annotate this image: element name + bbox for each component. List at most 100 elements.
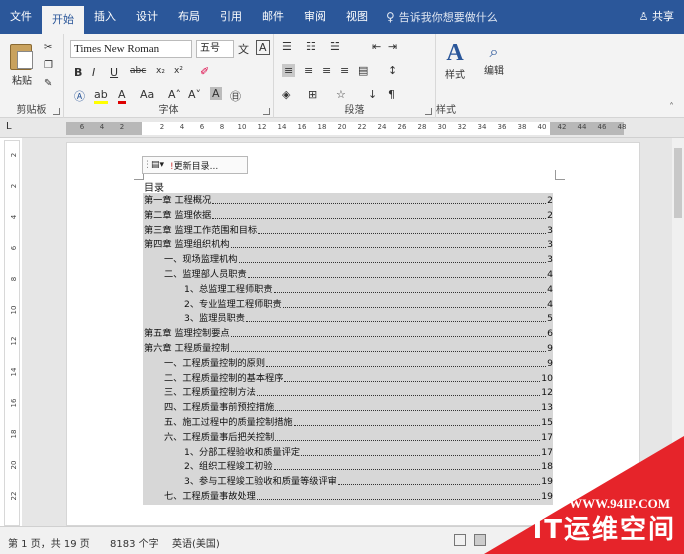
toc-entry[interactable]: 3、监理员职责 5 [184,311,553,325]
toc-page-number: 6 [547,328,553,340]
numbering-icon[interactable]: ☷ [306,40,316,53]
tab-review[interactable]: 审阅 [294,0,336,34]
toc-entry[interactable]: 1、总监理工程师职责 4 [184,282,553,296]
italic-icon[interactable]: I [92,66,95,79]
underline-icon[interactable]: U [110,66,118,79]
toc-entry[interactable]: 2、专业监理工程师职责 4 [184,297,553,311]
toc-entry[interactable]: 第六章 工程质量控制 9 [144,341,553,355]
ruler-tick: 20 [337,123,347,131]
grip-icon[interactable]: ⋮ [143,160,152,170]
clipboard-launcher[interactable] [53,108,60,115]
font-name-select[interactable]: Times New Roman [70,40,192,58]
collapse-ribbon-icon[interactable]: ˄ [669,102,674,113]
bold-icon[interactable]: B [74,66,82,79]
format-painter-icon[interactable]: ✎ [44,78,52,89]
cut-icon[interactable]: ✂ [44,42,52,53]
line-spacing-icon[interactable]: ↕ [388,64,397,77]
scrollbar-thumb[interactable] [674,148,682,218]
ruler-tick: 22 [357,123,367,131]
grow-font-icon[interactable]: A˄ [168,88,181,101]
tab-references[interactable]: 引用 [210,0,252,34]
font-size-select[interactable]: 五号 [196,40,234,58]
editing-button[interactable]: ⌕ 编辑 [476,42,512,77]
sort-icon[interactable]: ↓ [368,88,377,101]
align-right-icon[interactable]: ≡ [322,64,331,77]
shrink-font-icon[interactable]: A˅ [188,88,201,101]
clear-format-icon[interactable]: ✐ [200,65,209,78]
toc-entry[interactable]: 第三章 监理工作范围和目标 3 [144,223,553,237]
paste-icon[interactable] [10,44,33,70]
update-toc-button[interactable]: !更新目录... [170,159,218,172]
tab-file[interactable]: 文件 [0,0,42,34]
person-icon: ♙ [638,10,649,23]
tab-selector-icon[interactable]: L [6,121,12,132]
ruler-tick: 16 [297,123,307,131]
horizontal-ruler[interactable]: L 6 4 2 2 4 6 8 10 12 14 16 18 20 22 24 26 28 30 32 34 36 38 4… [0,118,684,138]
tab-view[interactable]: 视图 [336,0,378,34]
phonetic-guide-icon[interactable]: 文 [238,41,249,57]
borders-icon[interactable]: ⊞ [308,88,317,101]
word-count[interactable]: 8183 个字 [110,535,159,550]
page-count[interactable]: 第 1 页，共 19 页 [8,535,90,550]
paste-label[interactable]: 粘贴 [12,72,32,87]
shading-icon[interactable]: ◈ [282,88,290,101]
strikethrough-icon[interactable]: abc [130,66,146,76]
asian-layout-icon[interactable]: ☆ [336,88,346,101]
decrease-indent-icon[interactable]: ⇤ [372,40,381,53]
font-launcher[interactable] [263,108,270,115]
ruler-tick: 10 [237,123,247,131]
subscript-icon[interactable]: x₂ [156,66,165,76]
toc-entry[interactable]: 第四章 监理组织机构 3 [144,237,553,251]
change-case-icon[interactable]: Aa [140,88,154,101]
toc-entry[interactable]: 一、现场监理机构 3 [164,252,553,266]
vruler-tick: 18 [10,429,18,439]
tab-layout[interactable]: 布局 [168,0,210,34]
toc-menu-icon[interactable]: ▤▾ [151,160,164,170]
distributed-icon[interactable]: ▤ [358,64,368,77]
tell-me-box[interactable]: ♀ 告诉我你想要做什么 [386,9,498,25]
read-mode-icon[interactable] [454,534,466,546]
increase-indent-icon[interactable]: ⇥ [388,40,397,53]
share-button[interactable]: ♙ 共享 [639,0,674,34]
toc-page-number: 15 [541,417,553,428]
justify-icon[interactable]: ≡ [340,64,349,77]
toc-entry[interactable]: 第二章 监理依据 2 [144,208,553,222]
toc-page-number: 13 [541,402,553,414]
toc-entry-text: 六、工程质量事后把关控制 [164,431,275,443]
align-center-icon[interactable]: ≡ [304,64,313,77]
ruler-tick: 44 [577,123,587,131]
styles-button[interactable]: A 样式 [438,40,472,81]
toc-entry[interactable]: 第一章 工程概况 2 [144,193,553,207]
toc-entry[interactable]: 二、工程质量控制的基本程序 10 [164,371,553,385]
show-marks-icon[interactable]: ¶ [388,88,395,101]
paragraph-launcher[interactable] [425,108,432,115]
superscript-icon[interactable]: x² [174,66,183,76]
toc-page-number: 4 [547,269,553,280]
vruler-tick: 2 [10,183,18,189]
tab-home[interactable]: 开始 [42,6,84,34]
char-border-icon[interactable]: A [256,40,270,55]
paragraph-group-label: 段落 [344,105,365,116]
tab-mailings[interactable]: 邮件 [252,0,294,34]
language[interactable]: 英语(美国) [172,535,220,550]
multilevel-list-icon[interactable]: ☱ [330,40,340,53]
toc-leader-dots [247,277,547,278]
toc-entry[interactable]: 五、施工过程中的质量控制措施 15 [164,415,553,429]
toc-entry[interactable]: 二、监理部人员职责 4 [164,267,553,281]
toc-entry[interactable]: 一、工程质量控制的原则 9 [164,356,553,370]
tab-design[interactable]: 设计 [126,0,168,34]
toc-entry[interactable]: 第五章 监理控制要点 6 [144,326,553,340]
toc-page-number: 9 [547,343,553,354]
toc-page-number: 2 [547,195,553,206]
copy-icon[interactable]: ❐ [44,60,53,71]
toc-entry[interactable]: 四、工程质量事前预控措施 13 [164,400,553,414]
toc-entry[interactable]: 三、工程质量控制方法 12 [164,385,553,399]
align-left-icon[interactable]: ≡ [282,64,296,77]
toc-entry-text: 二、工程质量控制的基本程序 [164,372,284,384]
tab-insert[interactable]: 插入 [84,0,126,34]
char-shading-icon[interactable]: A [210,87,222,100]
toc-leader-dots [238,262,547,264]
toc-entry-text: 第三章 监理工作范围和目标 [144,224,258,236]
vertical-ruler[interactable]: 2 2 4 6 8 10 12 14 16 18 20 22 [4,140,20,526]
bullets-icon[interactable]: ☰ [282,40,292,53]
